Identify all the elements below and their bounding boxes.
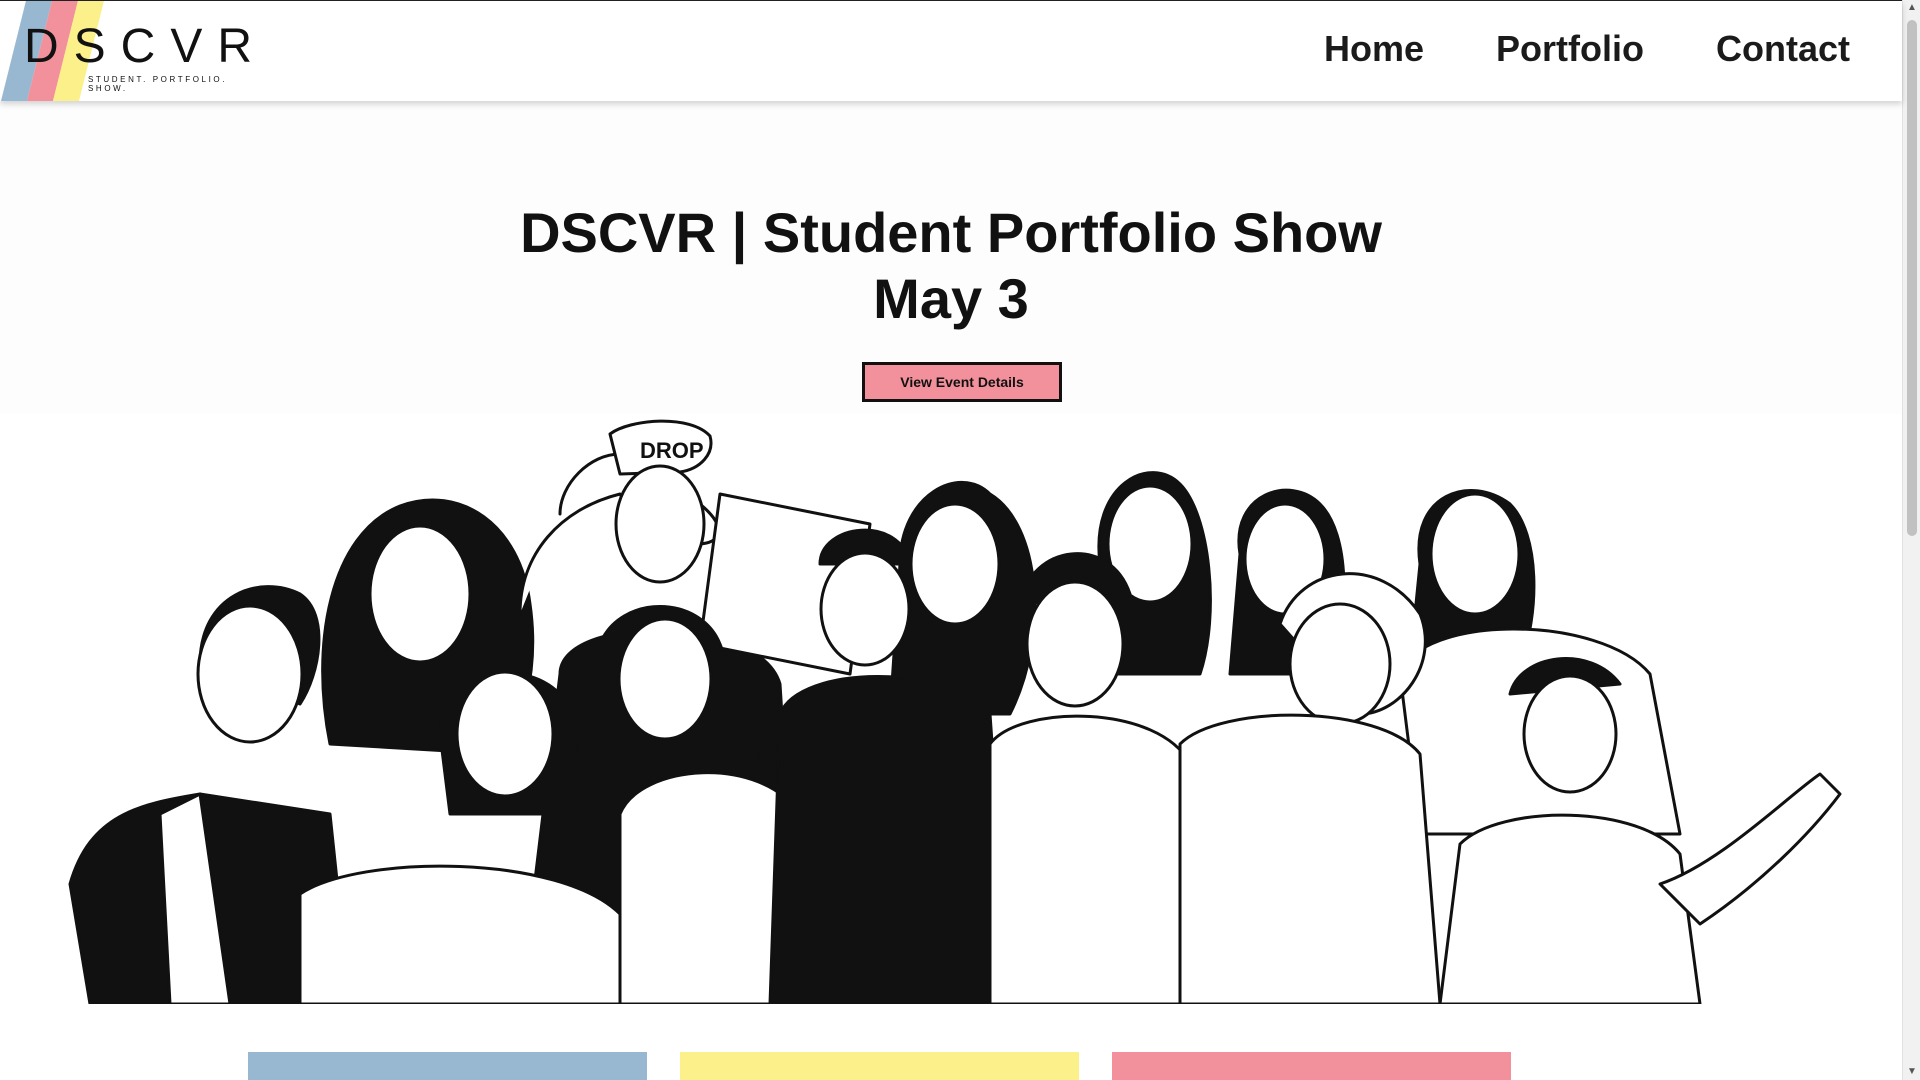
scroll-down-icon[interactable]: ▼ — [1903, 1064, 1920, 1080]
feature-card-blue[interactable] — [248, 1052, 647, 1080]
feature-cards — [248, 1052, 1511, 1080]
logo-tagline: STUDENT. PORTFOLIO. SHOW. — [88, 75, 228, 93]
group-illustration-svg: DROP — [68, 419, 1842, 1004]
nav-portfolio-link[interactable]: Portfolio — [1496, 31, 1644, 67]
view-event-details-button[interactable]: View Event Details — [862, 362, 1062, 402]
cap-text: DROP — [640, 438, 704, 463]
nav-home-link[interactable]: Home — [1324, 31, 1424, 67]
hero-title-line2: May 3 — [873, 267, 1029, 330]
scroll-up-icon[interactable]: ▲ — [1903, 0, 1920, 16]
scrollbar-thumb[interactable] — [1907, 20, 1917, 536]
feature-card-yellow[interactable] — [680, 1052, 1079, 1080]
logo-wordmark: DSCVR — [24, 20, 260, 73]
feature-card-pink[interactable] — [1112, 1052, 1511, 1080]
nav-contact-link[interactable]: Contact — [1716, 31, 1850, 67]
hero-title-line1: DSCVR | Student Portfolio Show — [520, 201, 1382, 264]
hero-title: DSCVR | Student Portfolio Show May 3 — [0, 200, 1902, 332]
site-header: DSCVR STUDENT. PORTFOLIO. SHOW. Home Por… — [0, 1, 1902, 101]
main-nav: Home Portfolio Contact — [1324, 31, 1850, 67]
site-logo[interactable]: DSCVR STUDENT. PORTFOLIO. SHOW. — [0, 1, 260, 101]
page-scrollbar[interactable]: ▲ ▼ — [1902, 0, 1920, 1080]
students-group-illustration: DROP — [0, 414, 1902, 1004]
